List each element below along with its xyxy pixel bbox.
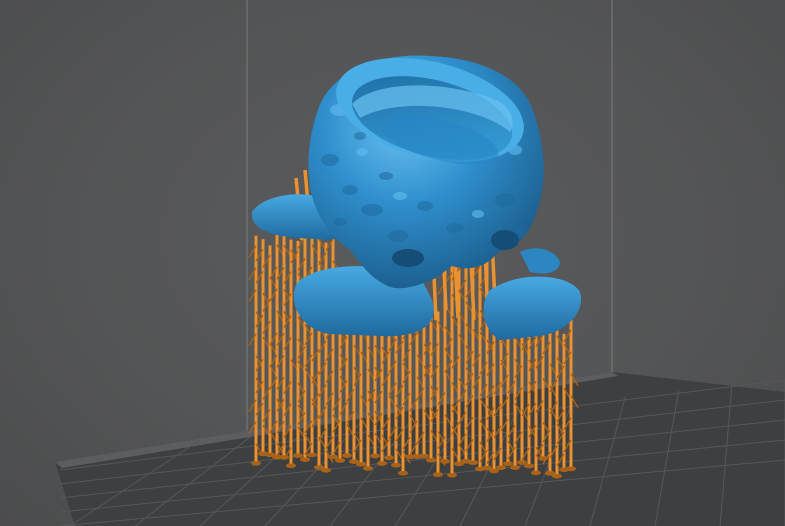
support-base-pad: [496, 465, 506, 471]
3d-viewport[interactable]: [0, 0, 785, 526]
support-base-pad: [531, 470, 541, 476]
support-base-pad: [510, 465, 520, 471]
support-base-pad: [300, 456, 310, 462]
support-base-pad: [251, 460, 261, 466]
support-base-pad: [398, 470, 408, 476]
support-base-pad: [293, 452, 303, 458]
support-base-pad: [552, 473, 562, 479]
support-base-pad: [433, 472, 443, 478]
support-base-pad: [503, 461, 513, 467]
support-base-pad: [426, 457, 436, 463]
support-base-pad: [370, 453, 380, 459]
support-base-pad: [566, 466, 576, 472]
support-base-pad: [335, 457, 345, 463]
support-base-pad: [419, 453, 429, 459]
scene-canvas[interactable]: [0, 0, 785, 526]
support-base-pad: [524, 463, 534, 469]
support-base-pad: [286, 463, 296, 469]
support-base-pad: [342, 452, 352, 458]
support-base-pad: [468, 460, 478, 466]
support-base-pad: [391, 462, 401, 468]
support-base-pad: [377, 460, 387, 466]
support-base-pad: [356, 461, 366, 467]
support-base-pad: [307, 452, 317, 458]
support-base-pad: [363, 465, 373, 471]
support-base-pad: [384, 455, 394, 461]
support-base-pad: [321, 467, 331, 473]
support-base-pad: [447, 472, 457, 478]
skull-ring-model[interactable]: [308, 40, 544, 289]
